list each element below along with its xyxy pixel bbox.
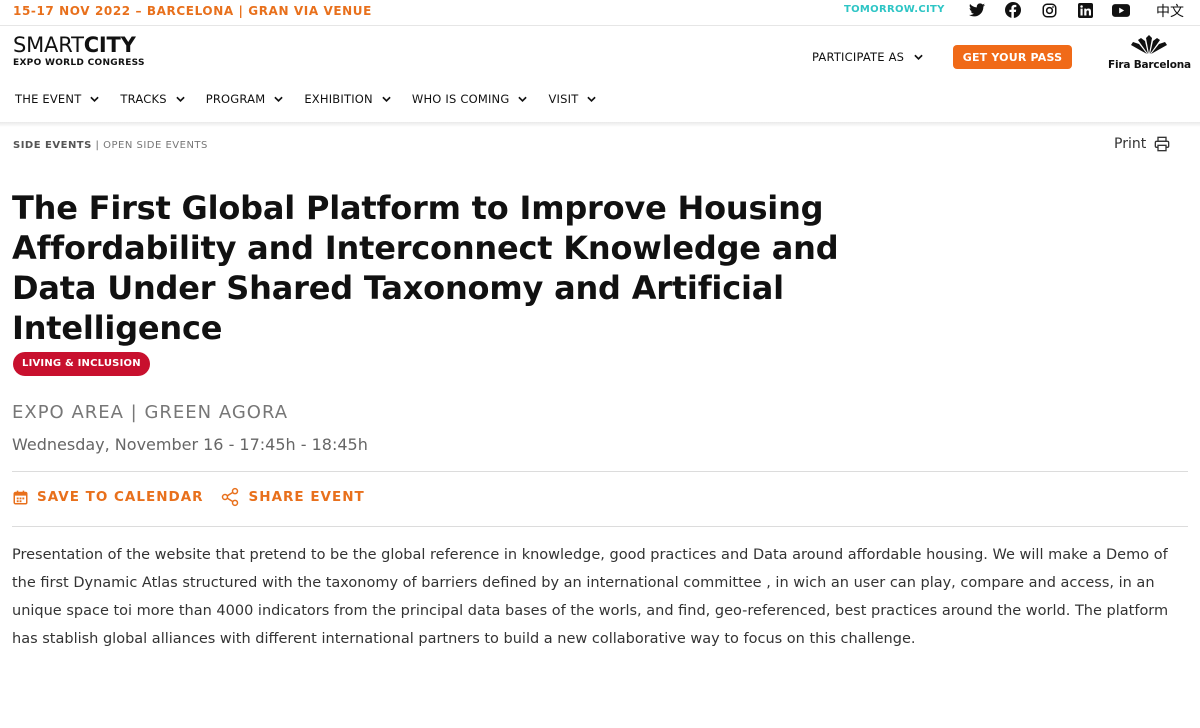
top-divider [0, 25, 1200, 26]
save-to-calendar-label: SAVE TO CALENDAR [37, 489, 204, 505]
logo-word-city: CITY [83, 33, 136, 57]
print-button[interactable]: Print [1114, 136, 1170, 152]
nav-item-program[interactable]: PROGRAM [206, 92, 284, 106]
chevron-down-icon [274, 96, 284, 102]
top-bar: 15-17 NOV 2022 – BARCELONA | GRAN VIA VE… [0, 0, 1200, 24]
logo-word-smart: SMART [13, 33, 84, 57]
main-nav: THE EVENT TRACKS PROGRAM EXHIBITION WHO … [15, 92, 597, 106]
nav-label: TRACKS [120, 92, 167, 106]
nav-label: VISIT [548, 92, 579, 106]
participate-as-dropdown[interactable]: PARTICIPATE AS [812, 50, 923, 64]
chevron-down-icon [176, 96, 185, 102]
divider [12, 526, 1188, 527]
fira-emblem-icon [1131, 35, 1167, 54]
header-shadow [0, 122, 1200, 127]
chevron-down-icon [587, 96, 597, 102]
logo-subtitle: EXPO WORLD CONGRESS [13, 58, 145, 68]
nav-label: EXHIBITION [304, 92, 373, 106]
facebook-icon[interactable] [1004, 2, 1022, 18]
language-switch-link[interactable]: 中文 [1156, 1, 1184, 21]
nav-item-exhibition[interactable]: EXHIBITION [304, 92, 391, 106]
smart-city-logo[interactable]: SMARTCITY EXPO WORLD CONGRESS [13, 34, 145, 68]
get-your-pass-button[interactable]: GET YOUR PASS [953, 45, 1072, 69]
event-info: 15-17 NOV 2022 – BARCELONA | GRAN VIA VE… [13, 4, 372, 18]
participate-as-label: PARTICIPATE AS [812, 50, 905, 64]
nav-label: THE EVENT [15, 92, 82, 106]
chevron-down-icon [518, 96, 528, 102]
event-datetime: Wednesday, November 16 - 17:45h - 18:45h [12, 435, 368, 454]
print-label: Print [1114, 136, 1147, 152]
printer-icon [1154, 136, 1170, 152]
chevron-down-icon [382, 96, 391, 102]
chevron-down-icon [914, 54, 923, 60]
event-description: Presentation of the website that pretend… [12, 547, 1169, 647]
tomorrow-city-link[interactable]: TOMORROW.CITY [844, 4, 945, 15]
share-event-label: SHARE EVENT [248, 489, 365, 505]
twitter-icon[interactable] [968, 2, 986, 18]
divider [12, 471, 1188, 472]
event-title: The First Global Platform to Improve Hou… [12, 189, 839, 347]
save-to-calendar-button[interactable]: SAVE TO CALENDAR [13, 489, 204, 505]
chevron-down-icon [90, 96, 100, 102]
instagram-icon[interactable] [1040, 2, 1058, 18]
youtube-icon[interactable] [1112, 2, 1130, 18]
nav-item-who-is-coming[interactable]: WHO IS COMING [412, 92, 528, 106]
breadcrumb: SIDE EVENTS | OPEN SIDE EVENTS [13, 140, 208, 151]
event-location: EXPO AREA | GREEN AGORA [12, 402, 289, 423]
calendar-icon [13, 490, 28, 504]
event-actions: SAVE TO CALENDAR SHARE EVENT [13, 487, 365, 507]
share-event-button[interactable]: SHARE EVENT [220, 487, 365, 507]
fira-barcelona-text: Fira Barcelona [1108, 59, 1191, 71]
nav-label: PROGRAM [205, 92, 266, 106]
fira-barcelona-logo[interactable]: Fira Barcelona [1108, 35, 1191, 71]
nav-item-visit[interactable]: VISIT [548, 92, 597, 106]
nav-label: WHO IS COMING [411, 92, 510, 106]
breadcrumb-side-events[interactable]: SIDE EVENTS [13, 140, 92, 151]
breadcrumb-open-side-events[interactable]: OPEN SIDE EVENTS [103, 140, 208, 151]
linkedin-icon[interactable] [1076, 2, 1094, 18]
nav-item-the-event[interactable]: THE EVENT [15, 92, 100, 106]
share-icon [221, 487, 238, 507]
category-tag[interactable]: LIVING & INCLUSION [13, 352, 150, 376]
breadcrumb-separator: | [95, 140, 100, 151]
nav-item-tracks[interactable]: TRACKS [120, 92, 185, 106]
